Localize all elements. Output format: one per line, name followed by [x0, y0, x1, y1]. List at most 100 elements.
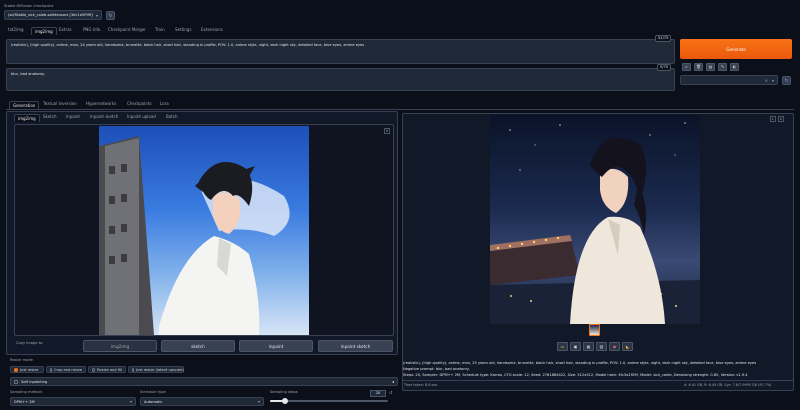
chevron-down-icon: ▾ [771, 77, 774, 83]
image-icon: ▧ [599, 344, 604, 349]
radio-selected-icon [14, 367, 18, 372]
imgtab-inpaint-sketch[interactable]: Inpaint sketch [90, 114, 118, 119]
tab-extensions[interactable]: Extensions [201, 27, 223, 32]
tab-settings[interactable]: Settings [175, 27, 191, 32]
copy-to-img2img-button[interactable]: img2img [83, 340, 157, 352]
folder-icon: ▭ [560, 344, 565, 349]
open-folder-button[interactable]: ▭ [557, 342, 568, 351]
schedule-type-label: Schedule type [140, 390, 166, 394]
resize-mode-label: Resize mode [10, 358, 33, 362]
checkpoint-value: (sd/Stable_sick_caleb.safetensors [3dc1a… [8, 13, 93, 17]
generation-info: (realistic), (high quality), anime, man,… [403, 360, 791, 378]
edit-icon: ✎ [720, 64, 725, 69]
sampling-method-label: Sampling method [10, 390, 42, 394]
checkpoint-select[interactable]: (sd/Stable_sick_caleb.safetensors [3dc1a… [4, 10, 102, 20]
sampling-steps-value[interactable]: 20 [370, 390, 386, 397]
sub-tabs-divider [6, 109, 794, 110]
palette-icon: ◐ [732, 64, 737, 69]
imgtab-inpaint-upload[interactable]: Inpaint upload [127, 114, 156, 119]
sampling-steps-track[interactable] [270, 398, 388, 404]
read-params-button[interactable]: ↙ [682, 63, 691, 71]
copy-to-inpaint-sketch-button[interactable]: inpaint sketch [318, 340, 393, 352]
sampling-method-value: DPM++ 2M [14, 399, 35, 404]
chevron-down-icon: ▾ [257, 399, 260, 404]
save-button[interactable]: ▣ [570, 342, 581, 351]
anime-man-illustration [99, 136, 290, 335]
soft-inpainting-accordion[interactable]: Soft inpainting ◂ [10, 377, 398, 386]
zip-icon: ▦ [586, 344, 591, 349]
save-icon: ▣ [573, 344, 578, 349]
schedule-type-select[interactable]: Automatic ▾ [140, 397, 264, 406]
apply-style-button[interactable]: ✎ [718, 63, 727, 71]
palette-icon: ◉ [612, 344, 617, 349]
chevron-down-icon: ▾ [95, 12, 98, 18]
output-image[interactable] [490, 115, 700, 324]
source-image [99, 126, 309, 335]
imgtab-img2img[interactable]: img2img [14, 114, 40, 122]
tab-train[interactable]: Train [155, 27, 165, 32]
close-icon[interactable]: × [778, 116, 784, 122]
time-taken: Time taken: 8.8 sec. [404, 383, 439, 387]
checkbox-icon[interactable] [14, 379, 18, 384]
copy-to-inpaint-button[interactable]: inpaint [239, 340, 313, 352]
styles-select[interactable]: × ▾ [680, 75, 778, 85]
tab-extras[interactable]: Extras [59, 27, 72, 32]
subtab-lora[interactable]: Lora [160, 101, 169, 106]
zip-button[interactable]: ▦ [583, 342, 594, 351]
canvas-close-button[interactable]: × [384, 128, 390, 134]
refresh-styles-button[interactable]: ↻ [782, 76, 791, 85]
chevron-down-icon: ▾ [129, 399, 132, 404]
subtab-textual-inversion[interactable]: Textual Inversion [43, 101, 77, 106]
trash-icon: 🗑 [695, 64, 702, 69]
anime-man-night-illustration [490, 122, 700, 324]
sampling-steps-thumb[interactable] [282, 398, 289, 404]
info-divider [402, 380, 794, 381]
subtab-checkpoints[interactable]: Checkpoints [127, 101, 152, 106]
resize-option-just-resize[interactable]: Just resize [10, 366, 44, 373]
output-thumbnail[interactable] [589, 324, 600, 336]
copy-image-label: Copy image to: [16, 341, 44, 345]
send-to-extras-button[interactable]: ◣ [622, 342, 633, 351]
tab-img2img[interactable]: img2img [31, 27, 57, 35]
soft-inpainting-label: Soft inpainting [21, 379, 48, 384]
resize-option-latent-upscale[interactable]: Just resize (latent upscale) [128, 366, 184, 373]
sampling-method-select[interactable]: DPM++ 2M ▾ [10, 397, 136, 406]
resize-option-crop-and-resize[interactable]: Crop and resize [46, 366, 86, 373]
vram-usage: A: 6.41 GB, R: 6.49 GB, Sys: 7.8/7.9995 … [684, 383, 772, 387]
subtab-hypernetworks[interactable]: Hypernetworks [86, 101, 116, 106]
refresh-icon: ↻ [784, 77, 789, 84]
subtab-generation[interactable]: Generation [9, 101, 40, 109]
ruler-icon: ◣ [625, 344, 630, 349]
clipboard-icon: ▤ [708, 64, 713, 69]
close-icon: × [764, 77, 768, 83]
tab-checkpoint-merger[interactable]: Checkpoint Merger [108, 27, 146, 32]
img2img-canvas[interactable]: × [14, 124, 394, 336]
send-to-inpaint-button[interactable]: ◉ [609, 342, 620, 351]
trash-button[interactable]: 🗑 [694, 63, 703, 71]
radio-icon [132, 367, 134, 372]
networks-button[interactable]: ◐ [730, 63, 739, 71]
schedule-type-value: Automatic [144, 399, 163, 404]
imgtab-sketch[interactable]: Sketch [43, 114, 56, 119]
styles-button[interactable]: ▤ [706, 63, 715, 71]
negative-prompt-input[interactable]: blur, bad anatomy, [6, 68, 675, 91]
prompt-text: (realistic), (high quality), anime, man,… [11, 43, 365, 47]
info-params: Steps: 20, Sampler: DPM++ 2M, Schedule t… [403, 373, 748, 377]
radio-icon [50, 367, 52, 372]
reset-steps-icon[interactable]: ↺ [389, 390, 392, 395]
imgtab-batch[interactable]: Batch [166, 114, 178, 119]
sampling-steps-label: Sampling steps [270, 390, 298, 394]
tab-png-info[interactable]: PNG Info [83, 27, 100, 32]
caret-left-icon: ◂ [391, 379, 394, 384]
send-to-img2img-button[interactable]: ▧ [596, 342, 607, 351]
resize-option-resize-and-fill[interactable]: Resize and fill [88, 366, 126, 373]
copy-to-sketch-button[interactable]: sketch [161, 340, 235, 352]
tab-txt2img[interactable]: txt2img [8, 27, 24, 32]
download-icon[interactable]: ↓ [770, 116, 776, 122]
prompt-input[interactable]: (realistic), (high quality), anime, man,… [6, 39, 675, 64]
negative-prompt-token-counter: 5/75 [657, 64, 672, 71]
checkpoint-label: Stable Diffusion checkpoint [4, 4, 54, 8]
refresh-checkpoint-button[interactable]: ↻ [106, 11, 115, 20]
generate-button[interactable]: Generate [680, 39, 792, 59]
imgtab-inpaint[interactable]: Inpaint [66, 114, 80, 119]
